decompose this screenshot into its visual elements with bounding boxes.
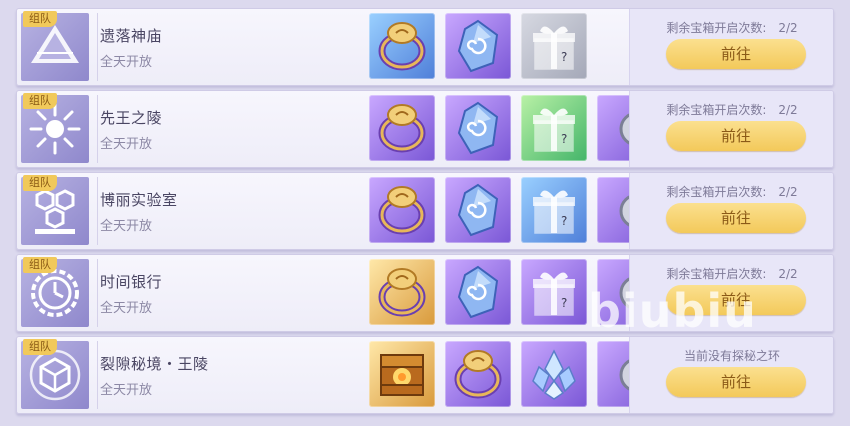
remaining-count: 2/2 (778, 103, 798, 117)
divider (97, 259, 98, 327)
open-hours: 全天开放 (100, 383, 153, 398)
dungeon-row: 组队遗落神庙全天开放? 剩余宝箱开启次数: 2/2 前往 (16, 8, 834, 86)
divider (97, 95, 98, 163)
goto-button[interactable]: 前往 (666, 203, 806, 233)
dungeon-name: 先王之陵 (100, 109, 163, 127)
team-badge: 组队 (23, 93, 57, 109)
chest-panel: 剩余宝箱开启次数: 2/2 前往 (629, 255, 833, 331)
remaining-label: 当前没有探秘之环 (683, 349, 780, 363)
divider (97, 177, 98, 245)
remaining-chests: 当前没有探秘之环 (630, 347, 833, 364)
open-hours: 全天开放 (100, 301, 153, 316)
remaining-label: 剩余宝箱开启次数: (666, 185, 767, 199)
goto-button[interactable]: 前往 (666, 121, 806, 151)
remaining-chests: 剩余宝箱开启次数: 2/2 (630, 265, 833, 282)
divider (97, 341, 98, 409)
ring-icon[interactable] (369, 13, 435, 79)
rune-stone-icon[interactable] (445, 177, 511, 243)
crystal-cluster-icon[interactable] (521, 341, 587, 407)
svg-text:?: ? (561, 214, 567, 228)
gift-box-icon[interactable]: ? (521, 13, 587, 79)
dungeon-row: 组队博丽实验室全天开放? 剩余宝箱开启次数: 2/2 前往 (16, 172, 834, 250)
dungeon-name: 裂隙秘境・王陵 (100, 355, 209, 373)
remaining-label: 剩余宝箱开启次数: (666, 267, 767, 281)
open-hours: 全天开放 (100, 219, 153, 234)
open-hours: 全天开放 (100, 137, 153, 152)
open-hours: 全天开放 (100, 55, 153, 70)
svg-text:?: ? (561, 296, 567, 310)
remaining-chests: 剩余宝箱开启次数: 2/2 (630, 101, 833, 118)
chest-panel: 当前没有探秘之环前往 (629, 337, 833, 413)
ring-icon[interactable] (445, 341, 511, 407)
svg-text:?: ? (561, 50, 567, 64)
chest-panel: 剩余宝箱开启次数: 2/2 前往 (629, 9, 833, 85)
rune-stone-icon[interactable] (445, 13, 511, 79)
goto-button[interactable]: 前往 (666, 367, 806, 397)
dungeon-name: 博丽实验室 (100, 191, 178, 209)
gift-box-icon[interactable]: ? (521, 95, 587, 161)
dungeon-row: 组队先王之陵全天开放? 剩余宝箱开启次数: 2/2 前往 (16, 90, 834, 168)
divider (97, 13, 98, 81)
chest-panel: 剩余宝箱开启次数: 2/2 前往 (629, 91, 833, 167)
dungeon-row: 组队裂隙秘境・王陵 全天开放 当前没有探秘之环前往 (16, 336, 834, 414)
remaining-count: 2/2 (778, 267, 798, 281)
remaining-chests: 剩余宝箱开启次数: 2/2 (630, 19, 833, 36)
team-badge: 组队 (23, 11, 57, 27)
goto-button[interactable]: 前往 (666, 285, 806, 315)
team-badge: 组队 (23, 339, 57, 355)
goto-button[interactable]: 前往 (666, 39, 806, 69)
gift-box-icon[interactable]: ? (521, 259, 587, 325)
dungeon-row: 组队时间银行全天开放? 剩余宝箱开启次数: 2/2 前往 (16, 254, 834, 332)
remaining-label: 剩余宝箱开启次数: (666, 103, 767, 117)
remaining-count: 2/2 (778, 185, 798, 199)
ring-icon[interactable] (369, 177, 435, 243)
svg-text:?: ? (561, 132, 567, 146)
ring-icon[interactable] (369, 259, 435, 325)
dungeon-name: 遗落神庙 (100, 27, 163, 45)
rune-stone-icon[interactable] (445, 259, 511, 325)
remaining-count: 2/2 (778, 21, 798, 35)
team-badge: 组队 (23, 175, 57, 191)
dungeon-name: 时间银行 (100, 273, 163, 291)
gift-box-icon[interactable]: ? (521, 177, 587, 243)
dungeon-list: 组队 遗落神庙 全天开放? 剩余宝箱开启次数: 2/2 前往 组队 先王之陵 全天开放? 剩余宝箱… (0, 0, 850, 426)
team-badge: 组队 (23, 257, 57, 273)
chest-panel: 剩余宝箱开启次数: 2/2 前往 (629, 173, 833, 249)
ring-icon[interactable] (369, 95, 435, 161)
remaining-chests: 剩余宝箱开启次数: 2/2 (630, 183, 833, 200)
remaining-label: 剩余宝箱开启次数: (666, 21, 767, 35)
treasure-chest-icon[interactable] (369, 341, 435, 407)
rune-stone-icon[interactable] (445, 95, 511, 161)
